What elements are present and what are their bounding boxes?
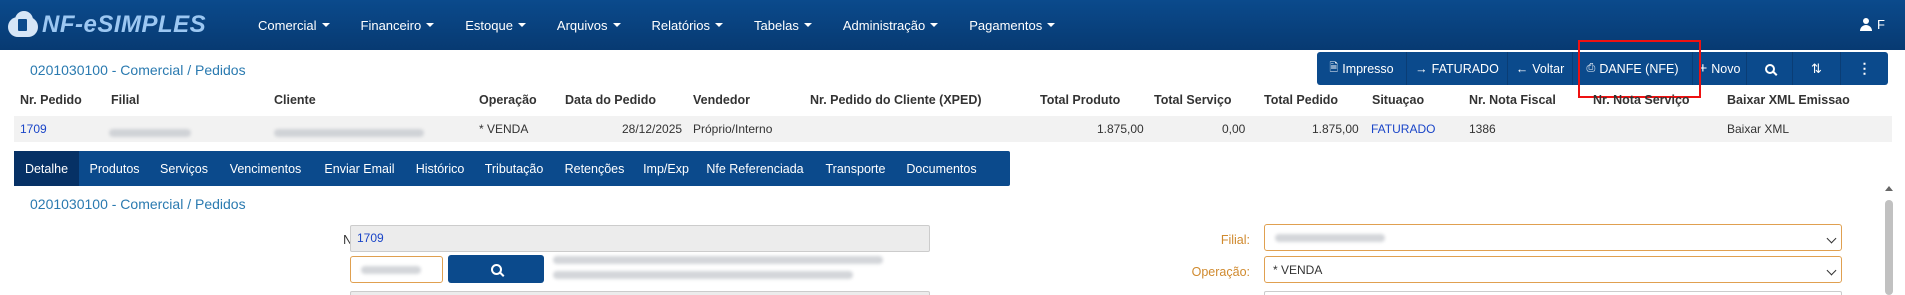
cell-total-servico: 0,00: [1222, 122, 1246, 136]
col-vendedor[interactable]: Vendedor: [693, 93, 750, 107]
menu-estoque[interactable]: Estoque: [465, 18, 526, 33]
novo-button[interactable]: + Novo: [1693, 52, 1747, 85]
caret-down-icon: [426, 23, 435, 27]
caret-down-icon: [803, 23, 812, 27]
tab-documentos[interactable]: Documentos: [898, 151, 985, 186]
filial-select[interactable]: [1264, 224, 1842, 251]
voltar-button[interactable]: ← Voltar: [1508, 52, 1573, 85]
scroll-thumb[interactable]: [1885, 200, 1893, 295]
cell-baixar-xml[interactable]: Baixar XML: [1727, 122, 1789, 136]
section-title: 0201030100 - Comercial / Pedidos: [30, 196, 246, 212]
main-menu: Comercial Financeiro Estoque Arquivos Re…: [258, 0, 1086, 50]
cliente-search-button[interactable]: [448, 255, 544, 283]
tab-detalhe[interactable]: Detalhe: [14, 151, 79, 186]
search-button[interactable]: [1747, 52, 1793, 85]
caret-down-icon: [321, 23, 330, 27]
more-options-button[interactable]: ⋮: [1841, 52, 1888, 85]
cloud-logo-icon: [6, 9, 40, 41]
col-xped[interactable]: Nr. Pedido do Cliente (XPED): [810, 93, 982, 107]
filial-label: Filial:: [1220, 233, 1250, 247]
tab-retencoes[interactable]: Retenções: [554, 151, 635, 186]
col-total-pedido[interactable]: Total Pedido: [1264, 93, 1338, 107]
col-operacao[interactable]: Operação: [479, 93, 537, 107]
cell-nr-pedido[interactable]: 1709: [20, 122, 47, 136]
brand-name: NF-eSIMPLES: [42, 11, 207, 38]
operacao-select[interactable]: * VENDA: [1264, 256, 1842, 283]
menu-tabelas[interactable]: Tabelas: [754, 18, 812, 33]
detail-tabs: Detalhe Produtos Serviços Vencimentos En…: [14, 151, 1010, 186]
breadcrumb: 0201030100 - Comercial / Pedidos: [30, 62, 246, 78]
tab-historico[interactable]: Histórico: [406, 151, 474, 186]
next-select[interactable]: [1264, 291, 1842, 295]
cell-total-produto: 1.875,00: [1097, 122, 1144, 136]
cell-total-pedido: 1.875,00: [1312, 122, 1359, 136]
refresh-button[interactable]: ⇅: [1793, 52, 1841, 85]
tab-nfe-referenciada[interactable]: Nfe Referenciada: [697, 151, 813, 186]
cell-situacao: FATURADO: [1371, 122, 1436, 136]
arrow-left-icon: ←: [1515, 61, 1529, 76]
cell-data: 28/12/2025: [622, 122, 683, 136]
impresso-button[interactable]: 🗎 Impresso: [1317, 52, 1407, 85]
chevron-down-icon: [1826, 233, 1837, 244]
col-nota-servico[interactable]: Nr. Nota Serviço: [1593, 93, 1690, 107]
cell-vendedor: Próprio/Interno: [693, 122, 773, 136]
col-baixar-xml[interactable]: Baixar XML Emissao: [1727, 93, 1850, 107]
col-total-produto[interactable]: Total Produto: [1040, 93, 1120, 107]
file-print-icon: 🗎: [1329, 62, 1339, 74]
menu-pagamentos[interactable]: Pagamentos: [969, 18, 1056, 33]
faturado-button[interactable]: → FATURADO: [1407, 52, 1508, 85]
col-situacao[interactable]: Situaçao: [1372, 93, 1424, 107]
cell-operacao: * VENDA: [479, 122, 529, 136]
vertical-ellipsis-icon: ⋮: [1857, 60, 1872, 76]
nr-pedido-field[interactable]: 1709: [350, 225, 930, 252]
menu-financeiro[interactable]: Financeiro: [361, 18, 435, 33]
caret-down-icon: [1047, 23, 1056, 27]
caret-down-icon: [517, 23, 526, 27]
caret-down-icon: [715, 23, 724, 27]
highlight-annotation: [1578, 40, 1701, 98]
table-header: Nr. Pedido Filial Cliente Operação Data …: [0, 93, 1905, 109]
arrow-right-icon: →: [1415, 61, 1428, 76]
search-icon: [1764, 63, 1775, 74]
tab-vencimentos[interactable]: Vencimentos: [218, 151, 313, 186]
tab-transporte[interactable]: Transporte: [813, 151, 898, 186]
col-cliente[interactable]: Cliente: [274, 93, 316, 107]
cell-nota-fiscal: 1386: [1469, 122, 1496, 136]
col-total-servico[interactable]: Total Serviço: [1154, 93, 1232, 107]
cliente-code-field[interactable]: [350, 256, 443, 283]
user-initial: F: [1877, 17, 1885, 32]
operacao-label: Operação:: [1191, 265, 1250, 279]
tab-produtos[interactable]: Produtos: [79, 151, 150, 186]
cliente-name-redacted: [553, 256, 883, 279]
next-field[interactable]: [350, 291, 930, 295]
col-data-pedido[interactable]: Data do Pedido: [565, 93, 656, 107]
vertical-scrollbar[interactable]: [1883, 186, 1895, 295]
scroll-up-arrow-icon[interactable]: [1885, 186, 1893, 191]
brand-logo[interactable]: NF-eSIMPLES: [6, 9, 206, 41]
tab-enviar-email[interactable]: Enviar Email: [313, 151, 406, 186]
caret-down-icon: [612, 23, 621, 27]
menu-relatorios[interactable]: Relatórios: [652, 18, 724, 33]
col-nr-pedido[interactable]: Nr. Pedido: [20, 93, 82, 107]
caret-down-icon: [930, 23, 939, 27]
tab-servicos[interactable]: Serviços: [150, 151, 218, 186]
user-menu[interactable]: F: [1860, 17, 1885, 32]
retweet-icon: ⇅: [1811, 60, 1822, 76]
menu-administracao[interactable]: Administração: [843, 18, 939, 33]
search-icon: [490, 263, 502, 275]
cell-filial-redacted: [109, 125, 191, 139]
cell-cliente-redacted: [274, 125, 424, 139]
menu-comercial[interactable]: Comercial: [258, 18, 330, 33]
tab-imp-exp[interactable]: Imp/Exp: [635, 151, 697, 186]
col-filial[interactable]: Filial: [111, 93, 139, 107]
table-row[interactable]: 1709 * VENDA 28/12/2025 Próprio/Interno …: [14, 116, 1892, 142]
user-icon: [1860, 18, 1873, 31]
tab-tributacao[interactable]: Tributação: [474, 151, 554, 186]
chevron-down-icon: [1826, 265, 1837, 276]
menu-arquivos[interactable]: Arquivos: [557, 18, 621, 33]
col-nota-fiscal[interactable]: Nr. Nota Fiscal: [1469, 93, 1556, 107]
